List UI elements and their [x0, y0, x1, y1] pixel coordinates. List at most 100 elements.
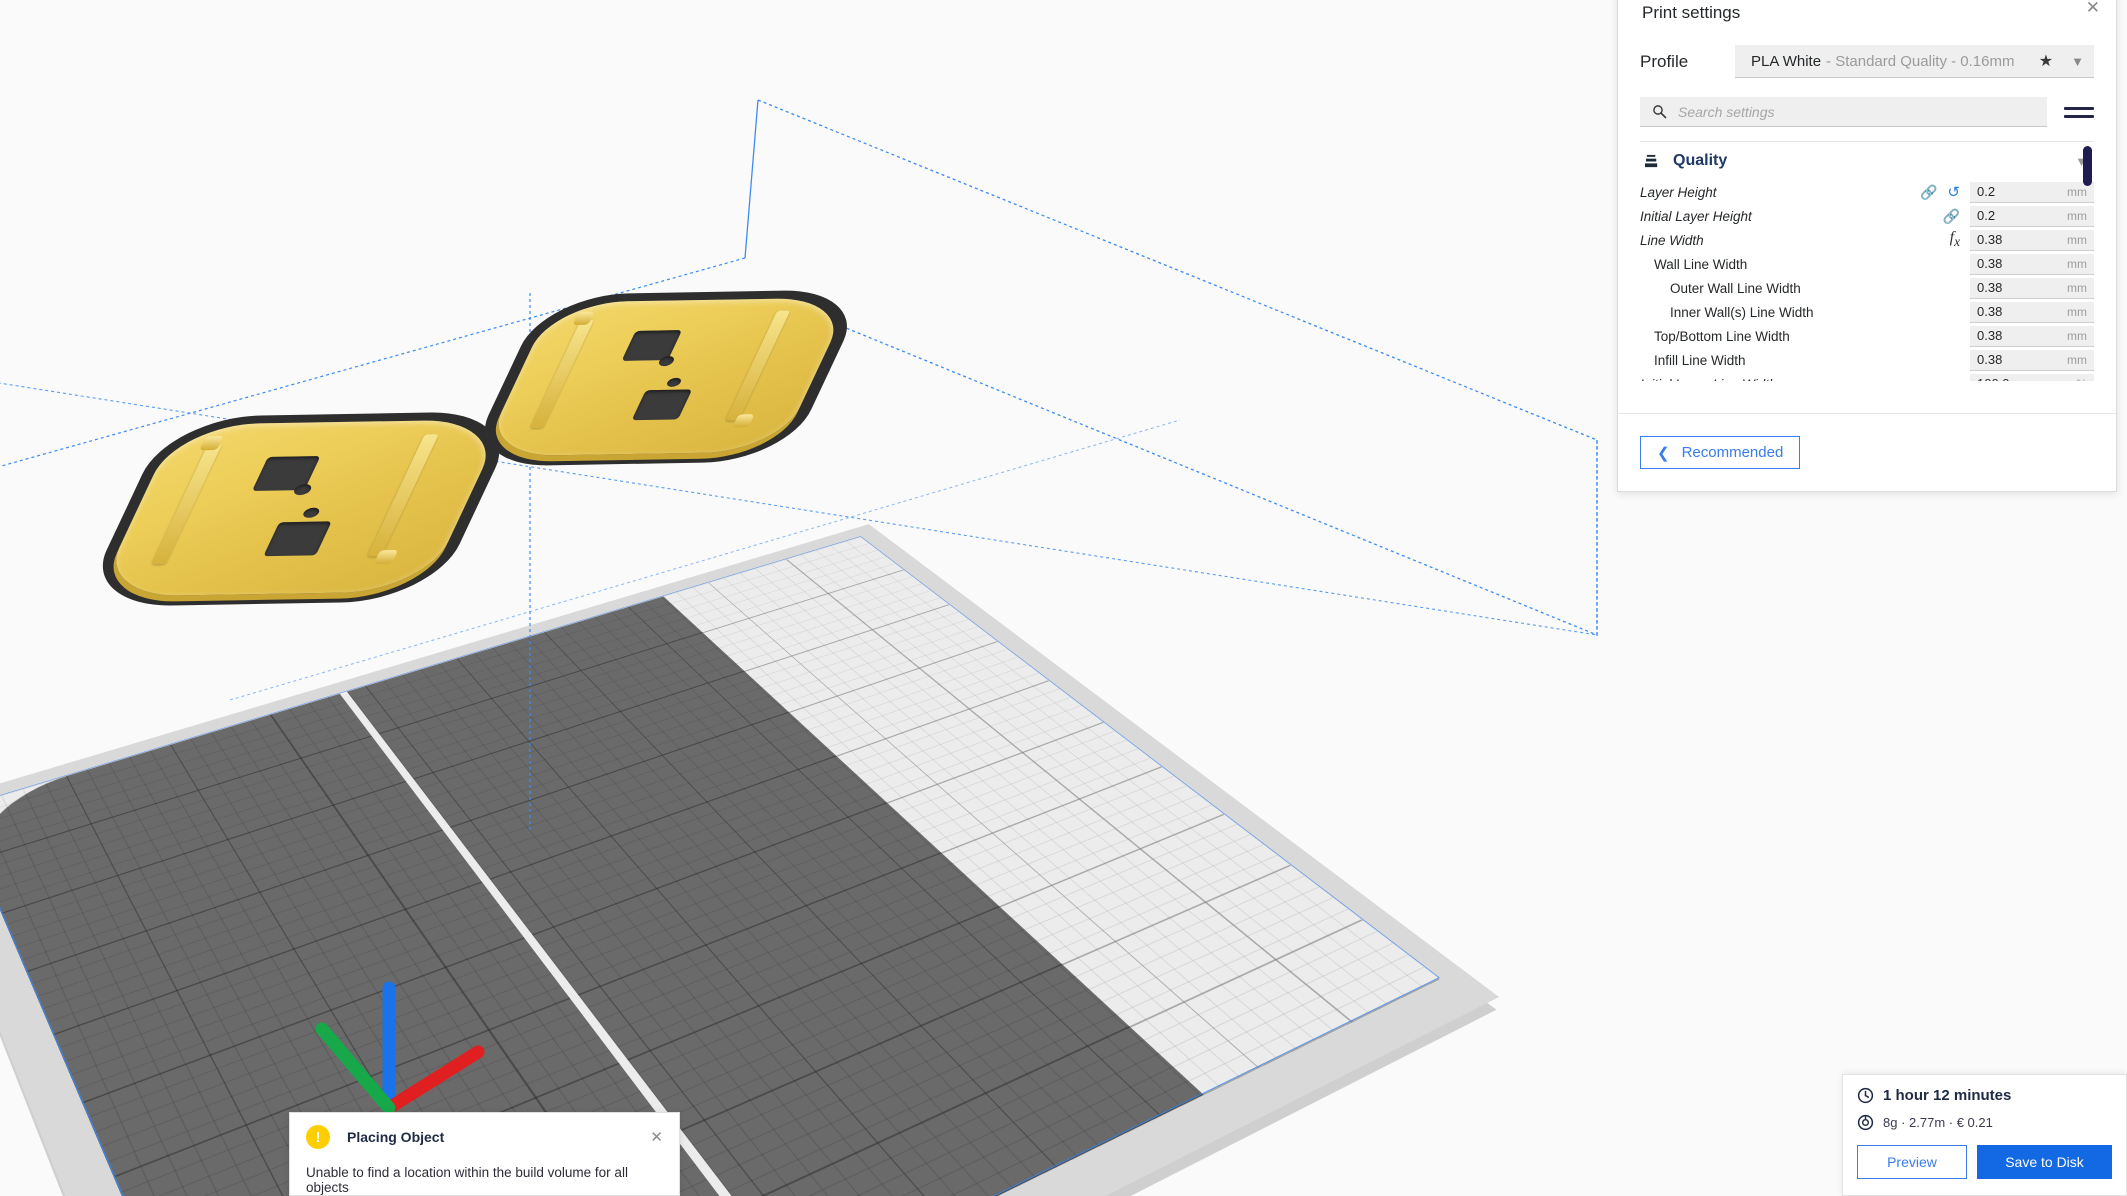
warning-icon: ! — [306, 1125, 330, 1149]
setting-unit: mm — [2067, 352, 2087, 367]
print-time-row: 1 hour 12 minutes — [1857, 1087, 2112, 1104]
setting-icons: 🔗 — [1943, 208, 1960, 225]
profile-label: Profile — [1640, 51, 1689, 71]
setting-value-field[interactable]: 0.38 mm — [1970, 301, 2094, 323]
category-name: Quality — [1673, 152, 1728, 169]
setting-label: Top/Bottom Line Width — [1654, 328, 1790, 344]
settings-scrollbar[interactable] — [2083, 146, 2092, 186]
setting-value-field[interactable]: 0.38 mm — [1970, 349, 2094, 371]
profile-value-main: PLA White — [1751, 52, 1822, 70]
link-icon[interactable]: 🔗 — [1920, 184, 1937, 201]
search-icon — [1653, 105, 1667, 119]
model-switch-plate-right[interactable] — [464, 280, 868, 467]
setting-value-field[interactable]: 0.38 mm — [1970, 325, 2094, 347]
model-knob-a — [199, 435, 224, 451]
toast-title: Placing Object — [347, 1129, 445, 1145]
toast-notification: ! Placing Object ✕ Unable to find a loca… — [289, 1112, 680, 1196]
setting-unit: mm — [2067, 208, 2087, 223]
setting-value-field[interactable]: 0.38 mm — [1970, 277, 2094, 299]
setting-label: Infill Line Width — [1654, 352, 1746, 368]
model-hole-bottom — [631, 389, 693, 421]
setting-row[interactable]: Line Width fx 0.38 mm — [1640, 228, 2094, 252]
settings-rows: Layer Height 🔗 ↺ 0.2 mm Initial Layer Height 🔗… — [1640, 180, 2094, 381]
preview-button[interactable]: Preview — [1857, 1145, 1967, 1179]
material-value: 8g · 2.77m · € 0.21 — [1883, 1115, 1993, 1130]
undo-icon[interactable]: ↺ — [1947, 183, 1960, 201]
search-placeholder: Search settings — [1678, 103, 1775, 120]
setting-unit: % — [2076, 377, 2087, 382]
setting-row[interactable]: Initial Layer Line Width 100.0% — [1640, 372, 2094, 381]
setting-row[interactable]: Top/Bottom Line Width 0.38 mm — [1640, 324, 2094, 348]
3d-viewport[interactable] — [0, 0, 1630, 1196]
settings-list[interactable]: Quality ▼ Layer Height 🔗 ↺ 0.2 mm Initial Lay… — [1640, 141, 2094, 381]
model-hole-bottom — [263, 521, 332, 557]
toast-message: Unable to find a location within the bui… — [306, 1165, 628, 1195]
setting-value: 100.0 — [1977, 376, 2010, 381]
setting-row[interactable]: Outer Wall Line Width 0.38 mm — [1640, 276, 2094, 300]
profile-value-sub: - Standard Quality - 0.16mm — [1826, 52, 2015, 70]
recommended-label: Recommended — [1681, 444, 1784, 461]
model-pinhole-lower — [301, 507, 322, 518]
search-input[interactable]: Search settings — [1640, 97, 2047, 127]
search-row: Search settings — [1640, 97, 2094, 127]
build-volume-floor-outline — [0, 536, 1441, 1196]
setting-label: Inner Wall(s) Line Width — [1670, 304, 1814, 320]
setting-label: Initial Layer Height — [1640, 208, 1752, 224]
chevron-down-icon[interactable]: ▼ — [2071, 54, 2084, 69]
setting-value-field[interactable]: 100.0% — [1970, 373, 2094, 382]
star-icon[interactable]: ★ — [2039, 51, 2053, 71]
setting-value-field[interactable]: 0.38 mm — [1970, 253, 2094, 275]
setting-value-field[interactable]: 0.2 mm — [1970, 205, 2094, 227]
setting-label: Wall Line Width — [1654, 256, 1748, 272]
setting-icons: 🔗 ↺ — [1920, 183, 1960, 202]
setting-row[interactable]: Layer Height 🔗 ↺ 0.2 mm — [1640, 180, 2094, 204]
model-body — [480, 297, 852, 457]
setting-row[interactable]: Wall Line Width 0.38 mm — [1640, 252, 2094, 276]
setting-value: 0.38 — [1977, 256, 2003, 271]
job-actions: Preview Save to Disk — [1857, 1145, 2112, 1179]
close-icon[interactable]: ✕ — [650, 1130, 663, 1145]
setting-value-field[interactable]: 0.2 mm — [1970, 181, 2094, 203]
setting-value-field[interactable]: 0.38 mm — [1970, 229, 2094, 251]
cura-window: Print settings ✕ Profile PLA White - Sta… — [0, 0, 2127, 1196]
setting-label: Layer Height — [1640, 184, 1717, 200]
setting-row[interactable]: Infill Line Width 0.38 mm — [1640, 348, 2094, 372]
model-slot-right — [725, 310, 791, 421]
model-body — [96, 419, 506, 597]
print-job-card: 1 hour 12 minutes 8g · 2.77m · € 0.21 Pr… — [1842, 1074, 2127, 1196]
close-icon[interactable]: ✕ — [2086, 0, 2100, 16]
function-icon[interactable]: fx — [1950, 229, 1960, 250]
model-slot-left — [530, 319, 594, 428]
setting-value: 0.38 — [1977, 280, 2003, 295]
model-switch-plate-left[interactable] — [79, 400, 523, 608]
setting-value: 0.38 — [1977, 328, 2003, 343]
setting-row[interactable]: Initial Layer Height 🔗 0.2 mm — [1640, 204, 2094, 228]
setting-value: 0.38 — [1977, 304, 2003, 319]
link-icon[interactable]: 🔗 — [1943, 208, 1960, 225]
model-slot-left — [151, 443, 223, 565]
setting-unit: mm — [2067, 256, 2087, 271]
material-row: 8g · 2.77m · € 0.21 — [1857, 1114, 2112, 1131]
filament-spool-icon — [1857, 1114, 1874, 1131]
hamburger-menu-icon[interactable] — [2064, 102, 2094, 123]
model-slot-right — [367, 434, 439, 557]
setting-row[interactable]: Inner Wall(s) Line Width 0.38 mm — [1640, 300, 2094, 324]
model-pinhole-lower — [665, 377, 683, 387]
setting-value: 0.38 — [1977, 232, 2003, 247]
setting-unit: mm — [2067, 328, 2087, 343]
print-settings-footer: ❮ Recommended — [1618, 413, 2116, 491]
setting-unit: mm — [2067, 232, 2087, 247]
layers-icon — [1645, 154, 1658, 167]
setting-label: Line Width — [1640, 232, 1704, 248]
setting-value: 0.38 — [1977, 352, 2003, 367]
setting-label: Initial Layer Line Width — [1640, 377, 1960, 382]
recommended-button[interactable]: ❮ Recommended — [1640, 436, 1801, 469]
setting-unit: mm — [2067, 280, 2087, 295]
print-time-value: 1 hour 12 minutes — [1883, 1087, 2012, 1104]
settings-category-quality[interactable]: Quality ▼ — [1640, 142, 2094, 180]
save-to-disk-button[interactable]: Save to Disk — [1977, 1145, 2112, 1179]
profile-row: Profile PLA White - Standard Quality - 0… — [1640, 45, 2094, 78]
setting-value: 0.2 — [1977, 208, 1996, 223]
setting-label: Outer Wall Line Width — [1670, 280, 1801, 296]
profile-select[interactable]: PLA White - Standard Quality - 0.16mm ★ … — [1735, 45, 2094, 78]
